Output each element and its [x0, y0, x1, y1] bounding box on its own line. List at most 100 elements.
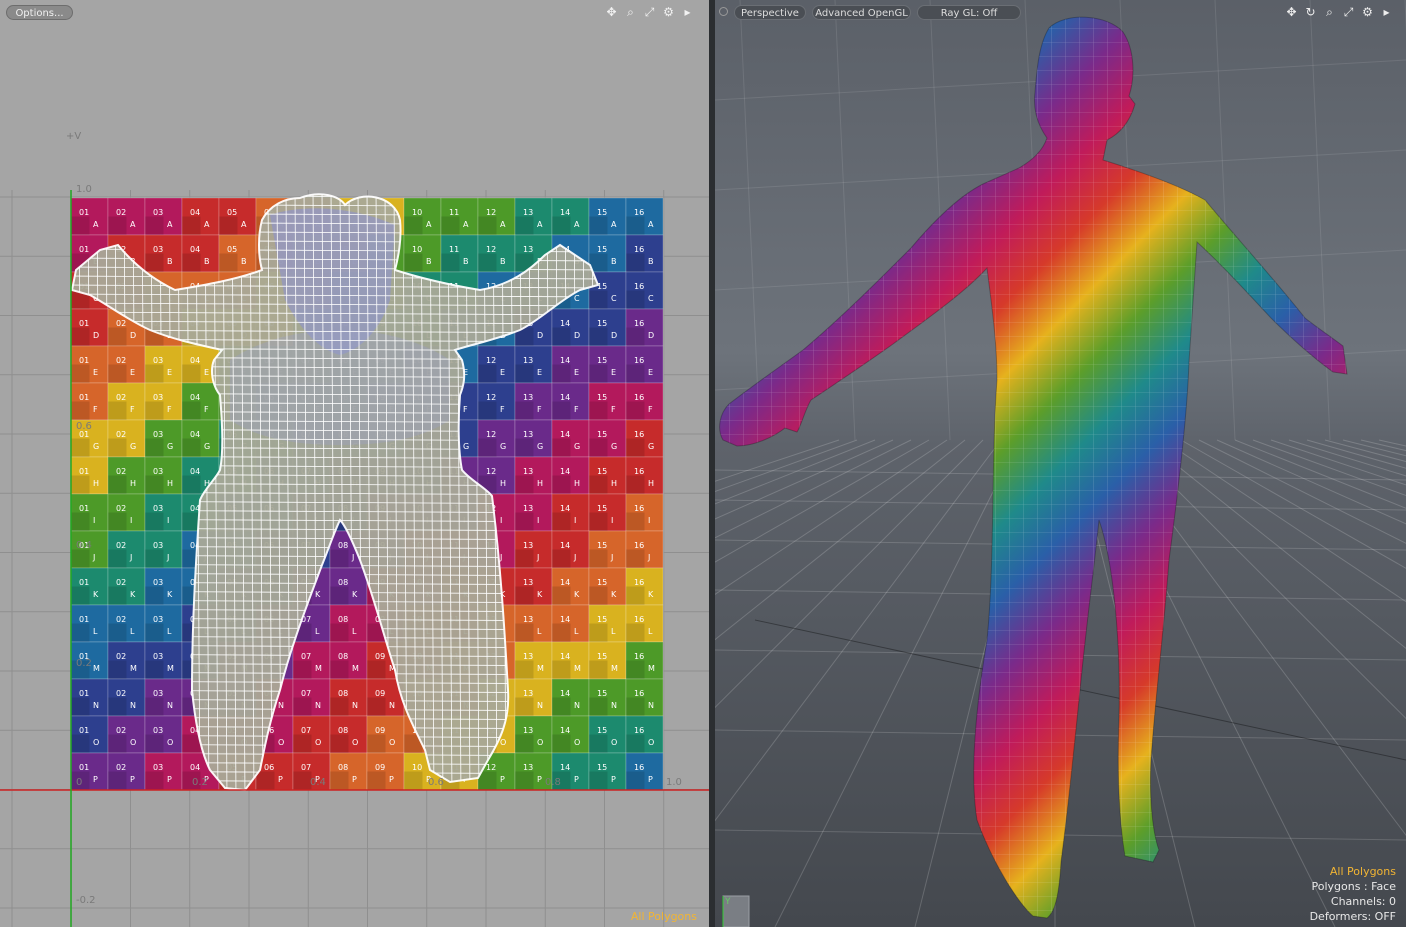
checker-subtile [71, 364, 90, 383]
checker-col-label: 08 [338, 652, 348, 661]
checker-subtile [404, 216, 423, 235]
checker-subtile [293, 660, 312, 679]
checker-row-label: D [130, 331, 136, 340]
checker-col-label: 14 [560, 319, 570, 328]
uv-canvas[interactable]: 01A02A03A04A05A06A07A08A09A10A11A12A13A1… [0, 0, 709, 927]
checker-col-label: 02 [116, 541, 126, 550]
checker-col-label: 09 [375, 726, 385, 735]
shading-mode-button[interactable]: Advanced OpenGL [812, 5, 911, 20]
checker-col-label: 02 [116, 689, 126, 698]
viewport-menu-icon[interactable] [719, 7, 728, 16]
checker-col-label: 02 [116, 430, 126, 439]
checker-col-label: 13 [523, 245, 533, 254]
checker-row-label: P [500, 775, 505, 784]
floor-grid-line [1342, 439, 1406, 457]
zoom-icon[interactable]: ⌕ [1322, 4, 1337, 20]
floor-grid-line [715, 439, 948, 595]
character-mesh-overlay [719, 17, 1347, 919]
checker-row-label: F [93, 405, 98, 414]
checker-col-label: 13 [523, 504, 533, 513]
checker-row-label: J [536, 553, 539, 562]
checker-subtile [589, 475, 608, 494]
checker-subtile [71, 549, 90, 568]
checker-row-label: O [93, 738, 99, 747]
axis-label-u02: 0.2 [192, 777, 208, 788]
checker-subtile [219, 253, 238, 272]
gear-icon[interactable]: ⚙ [1360, 4, 1375, 20]
checker-row-label: D [611, 331, 617, 340]
checker-row-label: O [537, 738, 543, 747]
checker-row-label: H [611, 479, 617, 488]
checker-col-label: 14 [560, 504, 570, 513]
checker-subtile [330, 734, 349, 753]
checker-row-label: J [166, 553, 169, 562]
checker-subtile [478, 364, 497, 383]
checker-row-label: J [573, 553, 576, 562]
checker-col-label: 15 [597, 319, 607, 328]
perspective-viewport[interactable]: Y Perspective Advanced OpenGL Ray GL: Of… [715, 0, 1406, 927]
checker-col-label: 06 [264, 763, 274, 772]
checker-subtile [515, 549, 534, 568]
rotate-icon[interactable]: ↻ [1303, 4, 1318, 20]
checker-col-label: 01 [79, 615, 89, 624]
checker-subtile [589, 364, 608, 383]
checker-row-label: F [537, 405, 542, 414]
checker-col-label: 16 [634, 615, 644, 624]
checker-subtile [626, 771, 645, 790]
checker-subtile [626, 660, 645, 679]
checker-row-label: F [463, 405, 468, 414]
checker-subtile [330, 771, 349, 790]
checker-subtile [589, 771, 608, 790]
checker-col-label: 12 [486, 245, 496, 254]
checker-row-label: E [204, 368, 209, 377]
checker-col-label: 12 [486, 393, 496, 402]
checker-col-label: 15 [597, 541, 607, 550]
floor-grid-line [715, 439, 984, 709]
checker-row-label: N [389, 701, 395, 710]
checker-subtile [626, 216, 645, 235]
checker-col-label: 14 [560, 689, 570, 698]
fit-icon[interactable]: ⤢ [1341, 4, 1356, 20]
checker-col-label: 13 [523, 578, 533, 587]
checker-row-label: E [500, 368, 505, 377]
checker-col-label: 02 [116, 726, 126, 735]
checker-col-label: 16 [634, 652, 644, 661]
floor-grid-line [715, 439, 1002, 822]
move-icon[interactable]: ✥ [1284, 4, 1299, 20]
checker-col-label: 03 [153, 504, 163, 513]
channels-count: Channels: 0 [1330, 895, 1396, 908]
checker-col-label: 09 [375, 652, 385, 661]
uv-viewport[interactable]: Options... ✥ ⌕ ⤢ ⚙ ▸ 01A02A03A04A05A06A0… [0, 0, 709, 927]
checker-row-label: M [537, 664, 544, 673]
checker-subtile [626, 697, 645, 716]
checker-col-label: 01 [79, 208, 89, 217]
ray-gl-button[interactable]: Ray GL: Off [917, 5, 1021, 20]
floor-grid-line [1198, 439, 1406, 544]
view-mode-button[interactable]: Perspective [734, 5, 806, 20]
checker-subtile [293, 697, 312, 716]
axis-gizmo: Y [722, 895, 750, 927]
checker-row-label: P [352, 775, 357, 784]
uv-island-torso [230, 330, 450, 445]
checker-subtile [515, 697, 534, 716]
expand-arrow-icon[interactable]: ▸ [1379, 4, 1394, 20]
checker-subtile [108, 623, 127, 642]
checker-col-label: 08 [338, 763, 348, 772]
checker-col-label: 15 [597, 467, 607, 476]
checker-row-label: O [574, 738, 580, 747]
checker-row-label: G [611, 442, 617, 451]
perspective-toolbar: ✥ ↻ ⌕ ⤢ ⚙ ▸ [1284, 4, 1394, 20]
checker-col-label: 02 [116, 467, 126, 476]
checker-row-label: H [574, 479, 580, 488]
checker-col-label: 15 [597, 615, 607, 624]
checker-row-label: L [537, 627, 542, 636]
checker-subtile [108, 586, 127, 605]
floor-grid-line [1144, 439, 1406, 650]
checker-row-label: M [648, 664, 655, 673]
checker-row-label: M [352, 664, 359, 673]
checker-row-label: G [130, 442, 136, 451]
perspective-canvas[interactable]: Y [715, 0, 1406, 927]
checker-subtile [367, 734, 386, 753]
checker-row-label: H [648, 479, 654, 488]
checker-row-label: P [389, 775, 394, 784]
